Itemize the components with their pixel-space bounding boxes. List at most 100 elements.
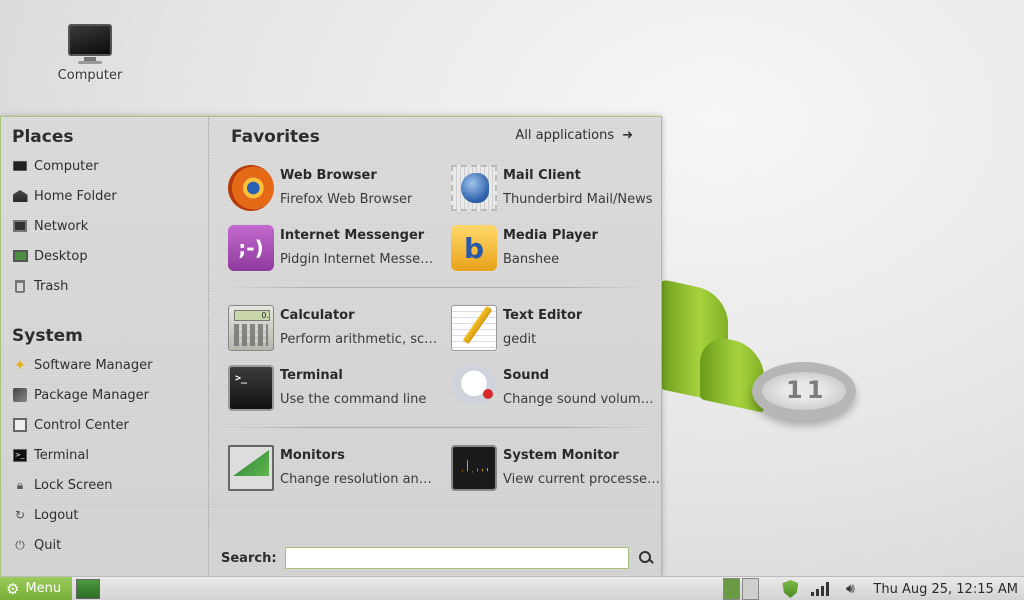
app-description: Thunderbird Mail/News — [503, 192, 653, 207]
search-input[interactable] — [284, 547, 630, 569]
app-description: gedit — [503, 332, 537, 347]
menu-button-label: Menu — [25, 581, 62, 596]
desktop-icon-computer[interactable]: Computer — [50, 22, 130, 83]
network-icon — [12, 218, 28, 234]
shield-check-icon — [782, 580, 799, 598]
nav-item-label: Software Manager — [34, 357, 153, 373]
places-item-trash[interactable]: Trash — [12, 275, 68, 297]
system-item-terminal[interactable]: >_ Terminal — [12, 444, 89, 466]
menu-button[interactable]: ⚙ Menu — [0, 576, 72, 600]
favorite-calculator[interactable]: Calculator Perform arithmetic, sci… — [228, 305, 448, 357]
terminal-icon: >_ — [228, 365, 274, 411]
nav-item-label: Quit — [34, 537, 62, 553]
volume-tray[interactable]: 🔊︎ — [835, 577, 865, 600]
favorite-internet-messenger[interactable]: ;-) Internet Messenger Pidgin Internet M… — [228, 225, 448, 277]
gear-icon: ⚙ — [6, 579, 20, 598]
nav-item-label: Package Manager — [34, 387, 150, 403]
nav-item-label: Logout — [34, 507, 79, 523]
all-applications-button[interactable]: All applications ➜ — [515, 128, 633, 143]
sound-icon — [451, 365, 497, 411]
desktop-icon-label: Computer — [57, 68, 123, 83]
system-item-quit[interactable]: ⏻ Quit — [12, 534, 61, 556]
app-name: Monitors — [280, 448, 345, 463]
nav-item-label: Computer — [34, 158, 99, 174]
workspace-1[interactable] — [723, 578, 741, 600]
favorite-system-monitor[interactable]: System Monitor View current processes… — [451, 445, 671, 497]
power-icon: ⏻ — [15, 537, 25, 552]
update-manager-tray[interactable] — [775, 577, 805, 600]
monitors-icon — [228, 445, 274, 491]
nav-item-label: Desktop — [34, 248, 88, 264]
network-tray[interactable] — [805, 577, 835, 600]
control-center-icon — [12, 417, 28, 433]
desktop-icon — [12, 248, 28, 264]
places-item-desktop[interactable]: Desktop — [12, 245, 88, 267]
nav-item-label: Lock Screen — [34, 477, 113, 493]
system-monitor-icon — [451, 445, 497, 491]
firefox-icon — [228, 165, 274, 211]
search-label: Search: — [221, 550, 277, 566]
system-item-software-manager[interactable]: ✦ Software Manager — [12, 354, 153, 376]
system-item-control-center[interactable]: Control Center — [12, 414, 129, 436]
menu-left-column: Places Computer Home Folder Network Desk… — [1, 117, 209, 576]
system-item-lock-screen[interactable]: 🔒︎ Lock Screen — [12, 474, 113, 496]
workspace-2[interactable] — [742, 578, 760, 600]
favorites-separator — [222, 287, 651, 288]
all-applications-label: All applications — [515, 128, 615, 143]
search-icon[interactable] — [639, 551, 653, 565]
app-name: Mail Client — [503, 168, 581, 183]
bottom-panel: ⚙ Menu 🔊︎ Thu Aug 25, 12:15 AM — [0, 576, 1024, 600]
nav-item-label: Control Center — [34, 417, 129, 433]
system-item-package-manager[interactable]: Package Manager — [12, 384, 149, 406]
app-name: Internet Messenger — [280, 228, 425, 243]
app-description: Change sound volume … — [503, 392, 661, 407]
favorite-terminal[interactable]: >_ Terminal Use the command line — [228, 365, 448, 417]
trash-icon — [12, 278, 28, 294]
favorite-web-browser[interactable]: Web Browser Firefox Web Browser — [228, 165, 448, 217]
favorite-mail-client[interactable]: Mail Client Thunderbird Mail/News — [451, 165, 671, 217]
app-description: Firefox Web Browser — [280, 192, 413, 207]
nav-item-label: Trash — [34, 278, 69, 294]
app-description: Change resolution and … — [280, 472, 438, 487]
lock-icon: 🔒︎ — [16, 477, 24, 492]
app-name: Terminal — [280, 368, 343, 383]
places-item-network[interactable]: Network — [12, 215, 88, 237]
thunderbird-icon — [451, 165, 497, 211]
menu-right-column: Favorites All applications ➜ Web Browser… — [210, 117, 661, 576]
computer-icon — [66, 22, 114, 66]
app-name: Sound — [503, 368, 550, 383]
favorite-text-editor[interactable]: Text Editor gedit — [451, 305, 671, 357]
workspace-switcher[interactable] — [723, 578, 760, 600]
app-description: Banshee — [503, 252, 560, 267]
nav-item-label: Terminal — [34, 447, 89, 463]
text-editor-icon — [451, 305, 497, 351]
favorite-monitors[interactable]: Monitors Change resolution and … — [228, 445, 448, 497]
favorite-sound[interactable]: Sound Change sound volume … — [451, 365, 671, 417]
places-title: Places — [12, 127, 74, 147]
home-folder-icon — [12, 188, 28, 204]
terminal-icon: >_ — [12, 447, 28, 463]
calculator-icon — [228, 305, 274, 351]
app-name: Media Player — [503, 228, 598, 243]
mint-logo: 11 — [640, 270, 880, 440]
nav-item-label: Network — [34, 218, 89, 234]
nav-item-label: Home Folder — [34, 188, 117, 204]
system-item-logout[interactable]: ↻ Logout — [12, 504, 79, 526]
favorites-separator — [222, 427, 651, 428]
pidgin-icon: ;-) — [228, 225, 274, 271]
app-description: View current processes… — [503, 472, 661, 487]
computer-icon — [12, 158, 28, 174]
favorite-media-player[interactable]: b Media Player Banshee — [451, 225, 671, 277]
signal-bars-icon — [811, 582, 830, 596]
app-description: Perform arithmetic, sci… — [280, 332, 438, 347]
clock[interactable]: Thu Aug 25, 12:15 AM — [865, 582, 1024, 597]
places-item-home-folder[interactable]: Home Folder — [12, 185, 117, 207]
software-manager-icon: ✦ — [13, 356, 27, 374]
places-item-computer[interactable]: Computer — [12, 155, 99, 177]
speaker-icon: 🔊︎ — [845, 581, 855, 597]
show-desktop-button[interactable] — [76, 578, 100, 599]
app-name: Text Editor — [503, 308, 583, 323]
app-name: Calculator — [280, 308, 355, 323]
package-manager-icon — [12, 387, 28, 403]
banshee-icon: b — [451, 225, 497, 271]
